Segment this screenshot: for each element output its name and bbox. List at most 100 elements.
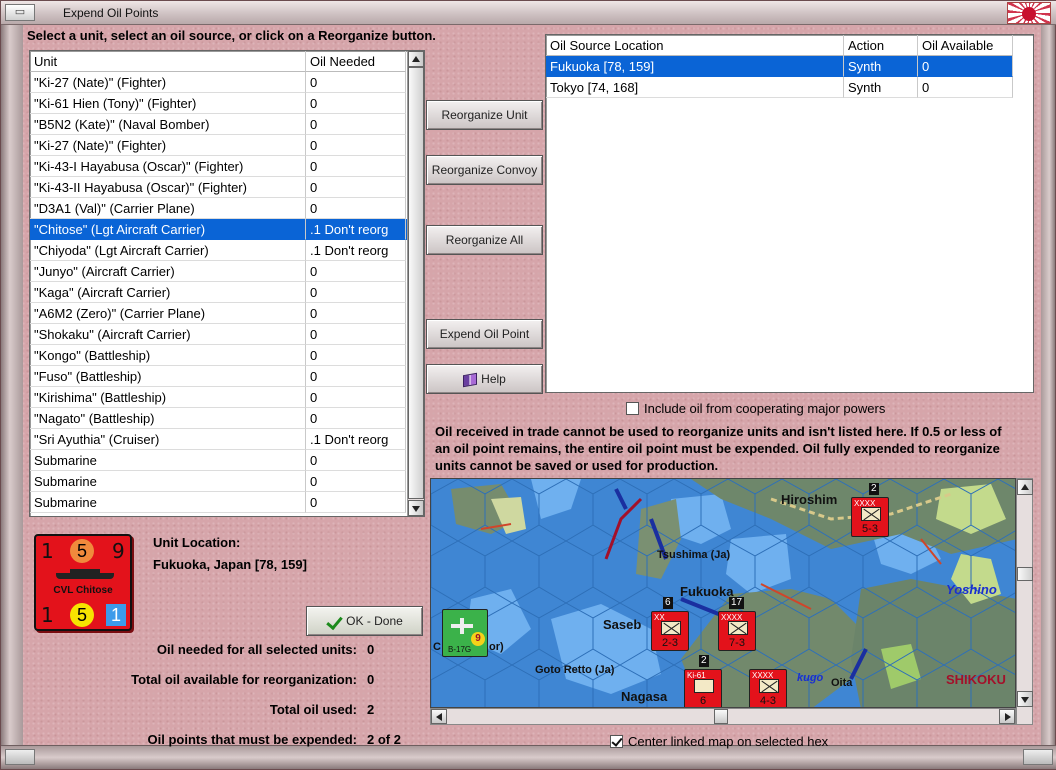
scroll-left-button[interactable] [431, 709, 447, 724]
unit-name-cell: "Ki-43-II Hayabusa (Oscar)" (Fighter) [30, 177, 306, 198]
column-header-location[interactable]: Oil Source Location [546, 35, 844, 56]
reorganize-all-button[interactable]: Reorganize All [426, 225, 543, 255]
scroll-up-button[interactable] [408, 51, 424, 67]
unit-name-cell: Submarine [30, 471, 306, 492]
help-button[interactable]: Help [426, 364, 543, 394]
oil-action-cell: Synth [844, 77, 918, 98]
unit-row[interactable]: "Fuso" (Battleship) 0 [30, 366, 424, 387]
air-unit-label: B-17G [448, 645, 472, 654]
column-header-action[interactable]: Action [844, 35, 918, 56]
ok-done-button[interactable]: OK - Done [306, 606, 423, 636]
map-counter-badge: 6 [663, 597, 673, 609]
unit-row[interactable]: "Ki-43-II Hayabusa (Oscar)" (Fighter) 0 [30, 177, 424, 198]
unit-row[interactable]: "D3A1 (Val)" (Carrier Plane) 0 [30, 198, 424, 219]
unit-name-cell: "Sri Ayuthia" (Cruiser) [30, 429, 306, 450]
unit-list-scrollbar[interactable] [407, 51, 424, 516]
counter-top-left-value: 1 [41, 539, 54, 563]
column-header-oil-available[interactable]: Oil Available [918, 35, 1013, 56]
unit-row[interactable]: "Chitose" (Lgt Aircraft Carrier) .1 Don't… [30, 219, 424, 240]
title-bar: ▭ Expend Oil Points [1, 1, 1056, 25]
oil-needed-cell: 0 [306, 492, 406, 513]
oil-needed-cell: 0 [306, 198, 406, 219]
unit-row[interactable]: "B5N2 (Kate)" (Naval Bomber) 0 [30, 114, 424, 135]
unit-row[interactable]: "Ki-43-I Hayabusa (Oscar)" (Fighter) 0 [30, 156, 424, 177]
oil-source-list[interactable]: Oil Source Location Action Oil Available Fu… [545, 34, 1034, 393]
unit-row[interactable]: "Kongo" (Battleship) 0 [30, 345, 424, 366]
map-counter-fukuoka-a[interactable]: XX 2-3 [651, 611, 689, 651]
unit-row[interactable]: Submarine 0 [30, 492, 424, 513]
unit-name-cell: Submarine [30, 450, 306, 471]
map-horizontal-scrollbar[interactable] [430, 708, 1016, 725]
checkmark-icon [326, 615, 342, 629]
map-counter-nagasaki[interactable]: Ki-61 6 [684, 669, 722, 707]
map-hscroll-thumb[interactable] [714, 709, 728, 724]
oil-needed-cell: 0 [306, 324, 406, 345]
reorganize-convoy-button[interactable]: Reorganize Convoy [426, 155, 543, 185]
reorganize-all-label: Reorganize All [445, 233, 524, 247]
unit-name-cell: "Kongo" (Battleship) [30, 345, 306, 366]
unit-row[interactable]: "Ki-61 Hien (Tony)" (Fighter) 0 [30, 93, 424, 114]
must-expend-label: Oil points that must be expended: [147, 732, 357, 747]
help-label: Help [481, 372, 506, 386]
map-vscroll-thumb[interactable] [1017, 567, 1033, 581]
bottom-left-grip[interactable] [5, 749, 35, 765]
oil-needed-cell: 0 [306, 408, 406, 429]
unit-row[interactable]: "Nagato" (Battleship) 0 [30, 408, 424, 429]
column-header-unit[interactable]: Unit [30, 51, 306, 72]
unit-row[interactable]: "Sri Ayuthia" (Cruiser) .1 Don't reorg [30, 429, 424, 450]
map-label-c: C [433, 641, 441, 653]
scroll-down-button[interactable] [408, 500, 424, 516]
total-used-label: Total oil used: [269, 702, 357, 717]
window-frame-bottom [1, 745, 1056, 769]
map-counter-oita[interactable]: XXXX 4-3 [749, 669, 787, 707]
system-menu-button[interactable]: ▭ [5, 4, 35, 21]
map-counter-fukuoka-b[interactable]: XXXX 7-3 [718, 611, 756, 651]
map-counter-hiroshima[interactable]: XXXX 5-3 [851, 497, 889, 537]
counter-strength: 4-3 [760, 695, 776, 707]
map-label-hiroshima: Hiroshim [781, 492, 838, 507]
scroll-right-button[interactable] [999, 709, 1015, 724]
map-scroll-up-button[interactable] [1017, 479, 1033, 495]
unit-name-cell: "D3A1 (Val)" (Carrier Plane) [30, 198, 306, 219]
expend-oil-point-button[interactable]: Expend Oil Point [426, 319, 543, 349]
unit-row[interactable]: "Shokaku" (Aircraft Carrier) 0 [30, 324, 424, 345]
column-header-oil-needed[interactable]: Oil Needed [306, 51, 406, 72]
unit-list[interactable]: Unit Oil Needed "Ki-27 (Nate)" (Fighter) 0 "… [29, 50, 425, 517]
unit-row[interactable]: Submarine 0 [30, 450, 424, 471]
unit-row[interactable]: Submarine 0 [30, 471, 424, 492]
unit-row[interactable]: "A6M2 (Zero)" (Carrier Plane) 0 [30, 303, 424, 324]
window-title: Expend Oil Points [63, 6, 159, 20]
center-map-checkbox[interactable] [610, 735, 623, 748]
counter-top-right-value: 9 [112, 539, 125, 563]
scroll-thumb[interactable] [408, 67, 424, 499]
oil-needed-cell: 0 [306, 450, 406, 471]
linked-map[interactable]: Hiroshim Tsushima (Ja) Fukuoka Saseb Got… [430, 478, 1016, 708]
infantry-symbol-icon [759, 679, 779, 693]
include-cooperating-option[interactable]: Include oil from cooperating major power… [626, 401, 885, 416]
air-symbol-icon [694, 679, 714, 693]
center-map-option[interactable]: Center linked map on selected hex [610, 734, 828, 749]
oil-source-row[interactable]: Fukuoka [78, 159] Synth 0 [546, 56, 1013, 77]
unit-name-cell: "Ki-27 (Nate)" (Fighter) [30, 135, 306, 156]
reorganize-unit-button[interactable]: Reorganize Unit [426, 100, 543, 130]
unit-row[interactable]: "Chiyoda" (Lgt Aircraft Carrier) .1 Don't… [30, 240, 424, 261]
map-air-unit-counter[interactable]: 9 B-17G [442, 609, 488, 657]
oil-source-row[interactable]: Tokyo [74, 168] Synth 0 [546, 77, 1013, 98]
unit-row[interactable]: "Ki-27 (Nate)" (Fighter) 0 [30, 135, 424, 156]
unit-row[interactable]: "Kirishima" (Battleship) 0 [30, 387, 424, 408]
oil-needed-cell: .1 Don't reorg [306, 429, 406, 450]
unit-name-cell: "Nagato" (Battleship) [30, 408, 306, 429]
unit-row[interactable]: "Junyo" (Aircraft Carrier) 0 [30, 261, 424, 282]
window-frame-left [1, 25, 23, 747]
unit-row[interactable]: "Kaga" (Aircraft Carrier) 0 [30, 282, 424, 303]
oil-needed-value: 0 [367, 642, 375, 657]
total-available-value: 0 [367, 672, 375, 687]
unit-name-cell: "Kaga" (Aircraft Carrier) [30, 282, 306, 303]
must-expend-value: 2 of 2 [367, 732, 401, 747]
include-cooperating-checkbox[interactable] [626, 402, 639, 415]
unit-row[interactable]: "Ki-27 (Nate)" (Fighter) 0 [30, 72, 424, 93]
oil-needed-cell: 0 [306, 177, 406, 198]
map-scroll-down-button[interactable] [1017, 691, 1033, 707]
bottom-right-grip[interactable] [1023, 749, 1053, 765]
map-vertical-scrollbar[interactable] [1016, 478, 1033, 725]
